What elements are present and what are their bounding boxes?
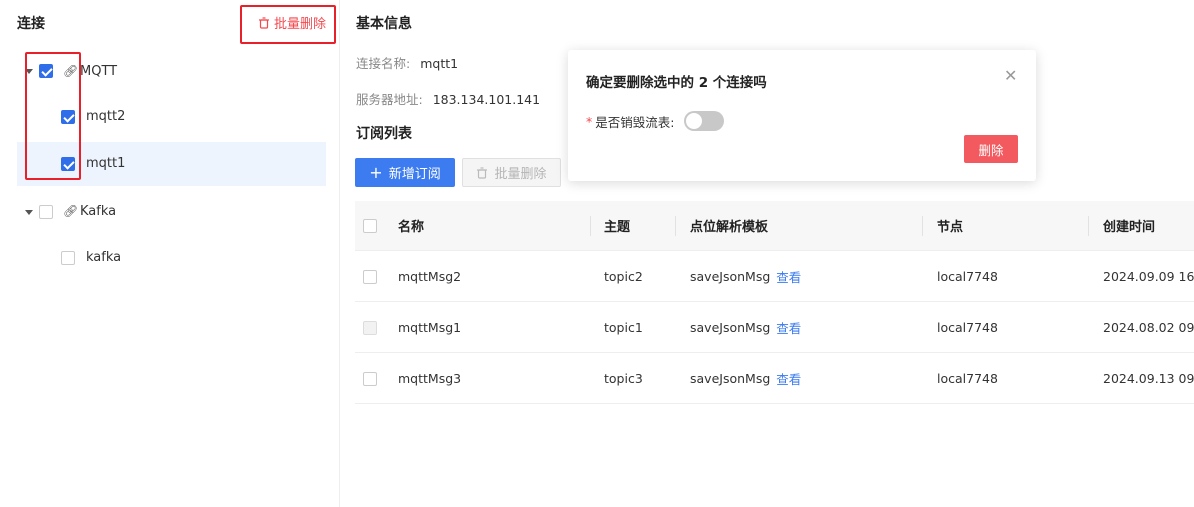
confirm-delete-button[interactable]: 删除 <box>964 135 1018 163</box>
table-row[interactable]: mqttMsg3 topic3 saveJsonMsg 查看 local7748… <box>355 353 1194 404</box>
server-address-value: 183.134.101.141 <box>432 92 541 107</box>
tree-node-kafka[interactable]: kafka <box>17 236 326 280</box>
destroy-flow-table-field: * 是否销毁流表: <box>586 112 674 131</box>
tree-label-mqtt2: mqtt2 <box>86 109 126 124</box>
highlight-box-batch-delete <box>240 5 336 44</box>
tree-checkbox-kafka[interactable] <box>61 251 75 265</box>
connection-name-value: mqtt1 <box>420 56 459 71</box>
link-icon: 🔗︎ <box>63 204 79 218</box>
row-created: 2024.09.13 09:26 <box>1103 370 1194 386</box>
switch-knob <box>686 113 702 129</box>
row-name: mqttMsg3 <box>398 370 462 386</box>
row-checkbox[interactable] <box>363 372 377 386</box>
caret-down-icon[interactable] <box>25 210 33 215</box>
row-checkbox[interactable] <box>363 270 377 284</box>
row-node: local7748 <box>937 319 998 335</box>
view-template-link[interactable]: 查看 <box>776 267 801 286</box>
table-row[interactable]: mqttMsg2 topic2 saveJsonMsg 查看 local7748… <box>355 251 1194 302</box>
connection-name-key: 连接名称: <box>356 56 411 71</box>
server-address-key: 服务器地址: <box>356 92 423 107</box>
connection-panel-title: 连接 <box>17 16 45 32</box>
row-node: local7748 <box>937 370 998 386</box>
tree-label-kafka-group: Kafka <box>80 204 117 219</box>
row-template-name: saveJsonMsg <box>690 370 771 386</box>
destroy-flow-table-switch[interactable] <box>684 111 724 131</box>
row-node: local7748 <box>937 268 998 284</box>
batch-delete-subscriptions-label: 批量删除 <box>494 167 547 182</box>
delete-confirm-popover: 确定要删除选中的 2 个连接吗 ✕ * 是否销毁流表: 删除 <box>568 50 1036 181</box>
row-template-name: saveJsonMsg <box>690 268 771 284</box>
table-header: 名称 主题 点位解析模板 节点 创建时间 <box>355 201 1194 251</box>
batch-delete-subscriptions-button[interactable]: 批量删除 <box>462 158 561 187</box>
popover-title: 确定要删除选中的 2 个连接吗 <box>586 75 767 91</box>
row-topic: topic1 <box>604 319 643 335</box>
column-separator <box>675 216 676 236</box>
basic-info-title: 基本信息 <box>356 16 412 32</box>
view-template-link[interactable]: 查看 <box>776 369 801 388</box>
connection-name-row: 连接名称: mqtt1 <box>356 53 458 72</box>
select-all-checkbox[interactable] <box>363 219 377 233</box>
row-created: 2024.08.02 09:48 <box>1103 319 1194 335</box>
row-checkbox[interactable] <box>363 321 377 335</box>
row-template: saveJsonMsg 查看 <box>690 302 801 352</box>
column-separator <box>922 216 923 236</box>
plus-icon: + <box>369 162 383 182</box>
column-separator <box>1088 216 1089 236</box>
column-header-template[interactable]: 点位解析模板 <box>690 201 768 250</box>
close-icon[interactable]: ✕ <box>1004 66 1017 85</box>
add-subscription-label: 新增订阅 <box>388 167 441 182</box>
tree-checkbox-kafka-group[interactable] <box>39 205 53 219</box>
column-header-name[interactable]: 名称 <box>398 201 424 250</box>
tree-label-kafka: kafka <box>86 250 122 265</box>
tree-node-kafka-group[interactable]: 🔗︎ Kafka <box>17 190 326 234</box>
subscription-table: 名称 主题 点位解析模板 节点 创建时间 mqttMsg2 topic2 sav… <box>355 201 1194 404</box>
required-mark: * <box>586 114 593 129</box>
row-topic: topic2 <box>604 268 643 284</box>
table-row[interactable]: mqttMsg1 topic1 saveJsonMsg 查看 local7748… <box>355 302 1194 353</box>
column-header-topic[interactable]: 主题 <box>604 201 630 250</box>
trash-icon <box>477 166 488 179</box>
tree-label-mqtt: MQTT <box>80 64 118 79</box>
column-header-created[interactable]: 创建时间 <box>1103 201 1155 250</box>
tree-label-mqtt1: mqtt1 <box>86 156 126 171</box>
column-separator <box>590 216 591 236</box>
highlight-box-checkboxes <box>25 52 81 180</box>
row-template: saveJsonMsg 查看 <box>690 353 801 403</box>
server-address-row: 服务器地址: 183.134.101.141 <box>356 89 540 108</box>
row-template-name: saveJsonMsg <box>690 319 771 335</box>
row-name: mqttMsg2 <box>398 268 462 284</box>
column-header-node[interactable]: 节点 <box>937 201 963 250</box>
row-created: 2024.09.09 16:36 <box>1103 268 1194 284</box>
row-template: saveJsonMsg 查看 <box>690 251 801 301</box>
row-topic: topic3 <box>604 370 643 386</box>
connection-panel: 连接 批量删除 🔗︎ MQTT mqtt2 mqtt1 🔗︎ Kafka kaf… <box>0 0 340 507</box>
view-template-link[interactable]: 查看 <box>776 318 801 337</box>
subscription-list-title: 订阅列表 <box>356 126 412 142</box>
row-name: mqttMsg1 <box>398 319 462 335</box>
destroy-flow-table-label: 是否销毁流表: <box>595 115 675 130</box>
add-subscription-button[interactable]: + 新增订阅 <box>355 158 455 187</box>
